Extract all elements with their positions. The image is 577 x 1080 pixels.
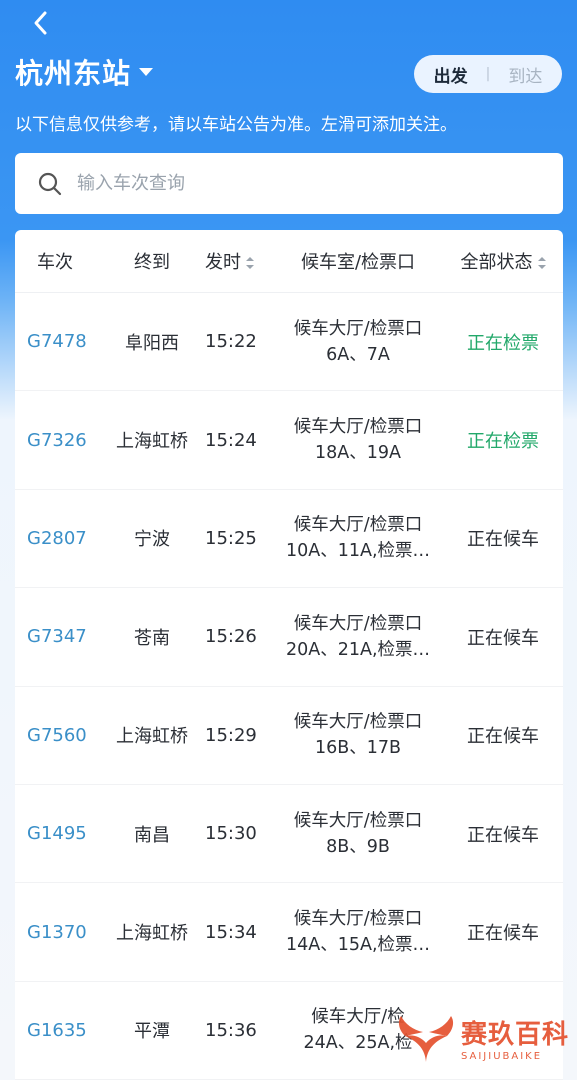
train-number[interactable]: G7478 [15, 331, 99, 352]
toggle-divider: | [485, 66, 491, 82]
table-row[interactable]: G7560 上海虹桥 15:29 候车大厅/检票口 16B、17B 正在候车 [15, 687, 563, 785]
table-header: 车次 终到 发时 候车室/检票口 全部状态 [15, 230, 563, 293]
waiting-room: 候车大厅/检票口 8B、9B [273, 808, 443, 860]
departure-time: 15:26 [205, 626, 257, 648]
sort-icon [246, 257, 254, 269]
waiting-room-line2: 8B、9B [326, 836, 390, 857]
waiting-room: 候车大厅/检票口 6A、7A [273, 316, 443, 368]
destination: 宁波 [134, 529, 170, 551]
waiting-room-line2: 6A、7A [326, 344, 390, 365]
train-number[interactable]: G2807 [15, 528, 99, 549]
header-destination: 终到 [134, 252, 170, 273]
waiting-room: 候车大厅/检票口 14A、15A,检票… [273, 906, 443, 958]
train-number[interactable]: G1635 [15, 1020, 99, 1041]
caret-down-icon [139, 68, 154, 76]
table-row[interactable]: G1370 上海虹桥 15:34 候车大厅/检票口 14A、15A,检票… 正在候车 [15, 883, 563, 982]
waiting-room-line1: 候车大厅/检票口 [293, 515, 423, 536]
waiting-room: 候车大厅/检票口 16B、17B [273, 709, 443, 761]
table-body: G7478 阜阳西 15:22 候车大厅/检票口 6A、7A 正在检票 G7326 上海虹桥 1… [15, 293, 563, 1080]
status-badge: 正在候车 [467, 726, 539, 748]
departure-time: 15:34 [205, 921, 257, 943]
departure-time: 15:36 [205, 1019, 257, 1041]
station-selector[interactable]: 杭州东站 [15, 52, 154, 92]
destination: 上海虹桥 [116, 431, 188, 453]
header-waiting-room: 候车室/检票口 [300, 252, 416, 273]
destination: 上海虹桥 [116, 923, 188, 945]
back-chevron-icon[interactable] [26, 8, 58, 40]
waiting-room-line1: 候车大厅/检票口 [293, 712, 423, 733]
station-name: 杭州东站 [15, 57, 132, 90]
whale-tail-logo-icon [398, 1016, 454, 1062]
watermark-cn: 赛玖百科 [460, 1020, 569, 1050]
departure-time: 15:25 [205, 527, 257, 549]
search-icon [38, 172, 62, 195]
status-badge: 正在检票 [467, 332, 539, 354]
train-table: 车次 终到 发时 候车室/检票口 全部状态 G7478 阜阳西 15:22 候车大厅/… [15, 230, 563, 1080]
destination: 平潭 [134, 1021, 170, 1043]
departure-time: 15:30 [205, 823, 257, 845]
waiting-room-line2: 16B、17B [314, 738, 402, 759]
waiting-room-line2: 20A、21A,检票… [285, 639, 431, 660]
table-row[interactable]: G7347 苍南 15:26 候车大厅/检票口 20A、21A,检票… 正在候车 [15, 588, 563, 687]
departure-time: 15:24 [205, 429, 257, 451]
departure-time: 15:22 [205, 331, 257, 353]
destination: 苍南 [134, 627, 170, 649]
waiting-room-line2: 18A、19A [315, 443, 401, 464]
table-row[interactable]: G7478 阜阳西 15:22 候车大厅/检票口 6A、7A 正在检票 [15, 293, 563, 392]
destination: 上海虹桥 [116, 726, 188, 748]
status-badge: 正在候车 [467, 923, 539, 945]
table-row[interactable]: G2807 宁波 15:25 候车大厅/检票口 10A、11A,检票… 正在候车 [15, 490, 563, 589]
waiting-room-line1: 候车大厅/检票口 [293, 318, 423, 339]
tab-departure[interactable]: 出发 [434, 62, 468, 87]
train-number[interactable]: G1370 [15, 922, 99, 943]
header-train-no: 车次 [37, 252, 73, 273]
header-departure-sort[interactable]: 发时 [205, 248, 273, 274]
waiting-room: 候车大厅/检票口 10A、11A,检票… [273, 512, 443, 564]
waiting-room: 候车大厅/检票口 20A、21A,检票… [273, 611, 443, 663]
train-search-input[interactable] [75, 172, 519, 195]
header-status-filter[interactable]: 全部状态 [443, 248, 563, 274]
waiting-room-line2: 10A、11A,检票… [285, 541, 431, 562]
waiting-room: 候车大厅/检票口 18A、19A [273, 414, 443, 466]
waiting-room-line2: 14A、15A,检票… [285, 935, 431, 956]
train-number[interactable]: G7560 [15, 725, 99, 746]
notice-text: 以下信息仅供参考，请以车站公告为准。左滑可添加关注。 [15, 115, 457, 135]
destination: 南昌 [134, 824, 170, 846]
status-badge: 正在候车 [467, 529, 539, 551]
header-status: 全部状态 [460, 252, 533, 273]
waiting-room-line1: 候车大厅/检票口 [293, 810, 423, 831]
status-badge: 正在候车 [467, 627, 539, 649]
direction-toggle[interactable]: 出发 | 到达 [414, 55, 562, 93]
table-row[interactable]: G1495 南昌 15:30 候车大厅/检票口 8B、9B 正在候车 [15, 785, 563, 884]
departure-time: 15:29 [205, 724, 257, 746]
waiting-room-line1: 候车大厅/检票口 [293, 417, 423, 438]
search-box[interactable] [15, 153, 563, 214]
waiting-room-line1: 候车大厅/检票口 [293, 909, 423, 930]
waiting-room-line1: 候车大厅/检票口 [293, 613, 423, 634]
table-row[interactable]: G7326 上海虹桥 15:24 候车大厅/检票口 18A、19A 正在检票 [15, 391, 563, 490]
sort-icon [537, 257, 546, 269]
train-number[interactable]: G7347 [15, 626, 99, 647]
header-departure: 发时 [205, 252, 241, 273]
train-number[interactable]: G7326 [15, 430, 99, 451]
watermark-logo: 赛玖百科 SAIJIUBAIKE [395, 1012, 569, 1064]
watermark-en: SAIJIUBAIKE [460, 1051, 543, 1062]
status-badge: 正在候车 [467, 824, 539, 846]
train-number[interactable]: G1495 [15, 823, 99, 844]
watermark-text: 赛玖百科 SAIJIUBAIKE [461, 1014, 569, 1062]
status-badge: 正在检票 [467, 431, 539, 453]
tab-arrival[interactable]: 到达 [508, 62, 542, 87]
destination: 阜阳西 [125, 332, 179, 354]
